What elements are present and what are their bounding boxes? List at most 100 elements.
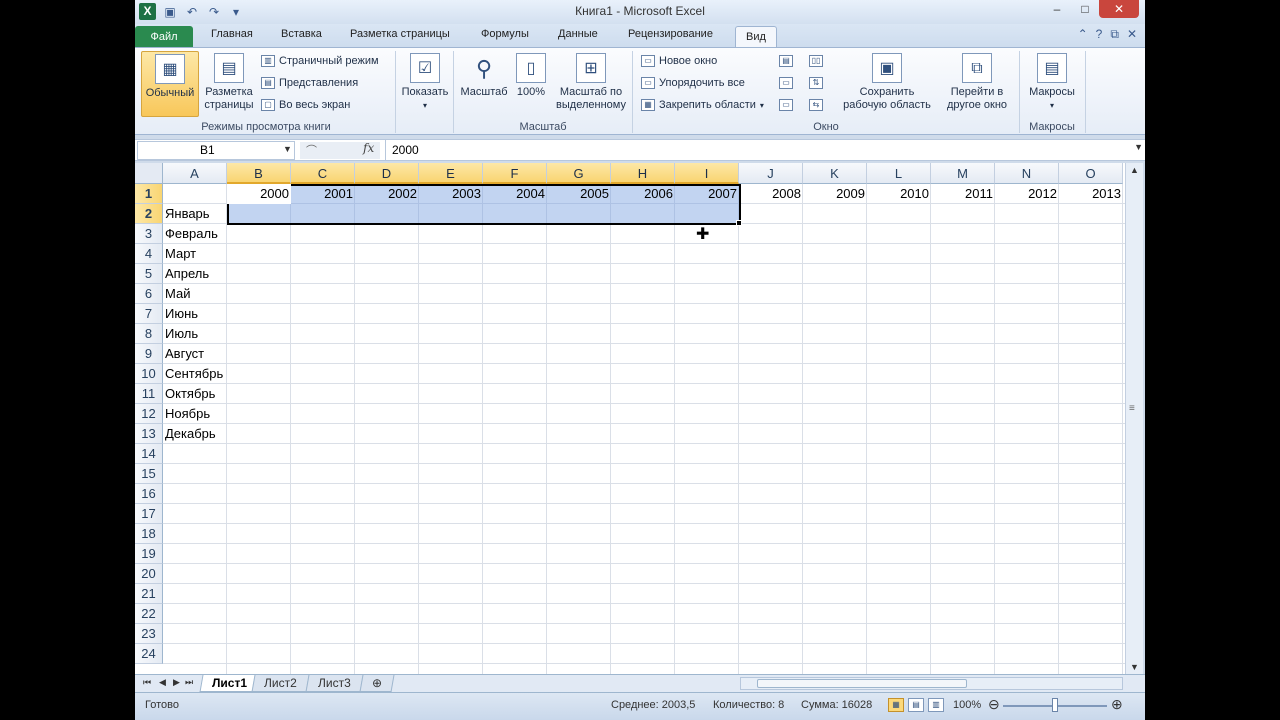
cell-o1[interactable]: 2013 — [1059, 184, 1123, 204]
row-header-18[interactable]: 18 — [135, 524, 163, 544]
close-workbook-icon[interactable]: ✕ — [1127, 27, 1137, 42]
row-header-15[interactable]: 15 — [135, 464, 163, 484]
row-header-11[interactable]: 11 — [135, 384, 163, 404]
zoom-out-icon[interactable]: ⊖ — [988, 696, 1000, 713]
normal-view-button[interactable]: ▦ Обычный — [141, 51, 199, 117]
row-header-2[interactable]: 2 — [135, 204, 163, 224]
tab-page-layout[interactable]: Разметка страницы — [350, 28, 450, 40]
column-header-d[interactable]: D — [355, 163, 419, 184]
show-button[interactable]: ☑ Показать ▾ — [399, 51, 451, 112]
new-window-button[interactable]: ▭ Новое окно — [641, 55, 717, 67]
zoom-level[interactable]: 100% — [953, 699, 981, 711]
fill-handle[interactable] — [736, 220, 742, 226]
column-header-k[interactable]: K — [803, 163, 867, 184]
cell-j1[interactable]: 2008 — [739, 184, 803, 204]
expand-formula-bar-icon[interactable]: ▼ — [1134, 142, 1143, 152]
row-header-6[interactable]: 6 — [135, 284, 163, 304]
prev-sheet-icon[interactable]: ◀ — [159, 677, 166, 688]
column-header-l[interactable]: L — [867, 163, 931, 184]
column-header-j[interactable]: J — [739, 163, 803, 184]
cell-g1[interactable]: 2005 — [547, 184, 611, 204]
cell-d1[interactable]: 2002 — [355, 184, 419, 204]
page-break-status-button[interactable]: ▥ — [928, 698, 944, 712]
cell-m1[interactable]: 2011 — [931, 184, 995, 204]
row-header-4[interactable]: 4 — [135, 244, 163, 264]
freeze-panes-button[interactable]: ▦ Закрепить области ▾ — [641, 99, 764, 111]
column-header-g[interactable]: G — [547, 163, 611, 184]
horizontal-scrollbar[interactable] — [740, 677, 1123, 690]
close-button[interactable]: ✕ — [1099, 0, 1139, 18]
scroll-thumb-grip-icon[interactable]: ≡ — [1129, 403, 1135, 414]
row-header-24[interactable]: 24 — [135, 644, 163, 664]
name-box[interactable]: B1 — [137, 141, 295, 160]
row-header-7[interactable]: 7 — [135, 304, 163, 324]
zoom-button[interactable]: ⚲ Масштаб — [457, 51, 511, 99]
row-header-13[interactable]: 13 — [135, 424, 163, 444]
reset-window-position-button[interactable]: ⇆ — [809, 99, 823, 111]
column-header-a[interactable]: A — [163, 163, 227, 184]
cell-a7[interactable]: Июнь — [163, 304, 200, 324]
scroll-down-icon[interactable]: ▼ — [1130, 662, 1139, 672]
cell-a2[interactable]: Январь — [163, 204, 212, 224]
zoom-to-selection-button[interactable]: ⊞ Масштаб по выделенному — [553, 51, 629, 112]
split-button[interactable]: ▤ — [779, 55, 793, 67]
row-header-5[interactable]: 5 — [135, 264, 163, 284]
zoom-in-icon[interactable]: ⊕ — [1111, 696, 1123, 713]
arrange-all-button[interactable]: ▭ Упорядочить все — [641, 77, 745, 89]
help-icon[interactable]: ? — [1096, 27, 1103, 42]
row-header-23[interactable]: 23 — [135, 624, 163, 644]
cell-a3[interactable]: Февраль — [163, 224, 220, 244]
tab-formulas[interactable]: Формулы — [481, 28, 529, 40]
first-sheet-icon[interactable]: ⏮ — [143, 677, 151, 688]
row-header-14[interactable]: 14 — [135, 444, 163, 464]
row-header-21[interactable]: 21 — [135, 584, 163, 604]
row-header-8[interactable]: 8 — [135, 324, 163, 344]
tab-file[interactable]: Файл — [135, 26, 193, 48]
row-header-12[interactable]: 12 — [135, 404, 163, 424]
hide-button[interactable]: ▭ — [779, 77, 793, 89]
name-box-dropdown-icon[interactable]: ▼ — [283, 144, 292, 154]
cell-n1[interactable]: 2012 — [995, 184, 1059, 204]
cell-a6[interactable]: Май — [163, 284, 192, 304]
row-header-1[interactable]: 1 — [135, 184, 163, 204]
next-sheet-icon[interactable]: ▶ — [173, 677, 180, 688]
scroll-up-icon[interactable]: ▲ — [1130, 165, 1139, 175]
cell-f1[interactable]: 2004 — [483, 184, 547, 204]
tab-view[interactable]: Вид — [735, 26, 777, 48]
page-break-view-button[interactable]: ▥ Страничный режим — [261, 55, 379, 67]
synchronous-scrolling-button[interactable]: ⇅ — [809, 77, 823, 89]
zoom-slider-thumb[interactable] — [1052, 698, 1058, 712]
view-side-by-side-button[interactable]: ▯▯ — [809, 55, 823, 67]
custom-views-button[interactable]: ▤ Представления — [261, 77, 358, 89]
row-header-9[interactable]: 9 — [135, 344, 163, 364]
column-header-b[interactable]: B — [227, 163, 291, 184]
cell-c1[interactable]: 2001 — [291, 184, 355, 204]
minimize-button[interactable]: – — [1043, 0, 1071, 18]
worksheet-grid[interactable]: 2000 2001 2002 2003 2004 2005 2006 2007 2008 2009… — [135, 163, 1125, 674]
row-header-19[interactable]: 19 — [135, 544, 163, 564]
row-header-3[interactable]: 3 — [135, 224, 163, 244]
formula-input[interactable]: 2000 — [385, 140, 1123, 160]
column-header-o[interactable]: O — [1059, 163, 1123, 184]
cell-a13[interactable]: Декабрь — [163, 424, 218, 444]
switch-windows-button[interactable]: ⧉ Перейти в другое окно — [935, 51, 1019, 112]
page-layout-status-button[interactable]: ▤ — [908, 698, 924, 712]
last-sheet-icon[interactable]: ⏭ — [185, 677, 193, 688]
cell-b1[interactable]: 2000 — [227, 184, 291, 204]
cell-a4[interactable]: Март — [163, 244, 198, 264]
column-header-e[interactable]: E — [419, 163, 483, 184]
tab-review[interactable]: Рецензирование — [628, 28, 713, 40]
cell-a5[interactable]: Апрель — [163, 264, 211, 284]
normal-view-status-button[interactable]: ▦ — [888, 698, 904, 712]
full-screen-button[interactable]: ▢ Во весь экран — [261, 99, 350, 111]
cell-a10[interactable]: Сентябрь — [163, 364, 225, 384]
cell-a8[interactable]: Июль — [163, 324, 200, 344]
cell-k1[interactable]: 2009 — [803, 184, 867, 204]
insert-function-icon[interactable]: fx — [363, 141, 374, 155]
unhide-button[interactable]: ▭ — [779, 99, 793, 111]
column-header-c[interactable]: C — [291, 163, 355, 184]
cell-l1[interactable]: 2010 — [867, 184, 931, 204]
row-header-22[interactable]: 22 — [135, 604, 163, 624]
tab-home[interactable]: Главная — [211, 28, 253, 40]
cell-a11[interactable]: Октябрь — [163, 384, 217, 404]
